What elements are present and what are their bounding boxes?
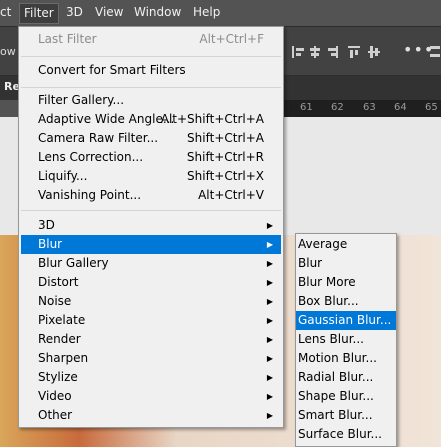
menu-3d[interactable]: 3D	[66, 5, 83, 19]
menu-item-shortcut: Alt+Ctrl+V	[198, 188, 264, 202]
menu-item-label: Smart Blur...	[298, 408, 373, 422]
submenu-item-smart-blur[interactable]: Smart Blur...	[296, 406, 396, 425]
menu-item-label: Camera Raw Filter...	[38, 131, 159, 145]
menu-item-label: Blur Gallery	[38, 256, 109, 270]
submenu-item-box-blur[interactable]: Box Blur...	[296, 292, 396, 311]
menu-item-label: Other	[38, 408, 73, 422]
menu-item-video[interactable]: Video ▶	[21, 387, 281, 406]
menu-item-label: Adaptive Wide Angle...	[38, 112, 175, 126]
menu-item-lens-correction[interactable]: Lens Correction... Shift+Ctrl+R	[21, 148, 281, 167]
menu-item-shortcut: Shift+Ctrl+A	[187, 131, 264, 145]
menu-item-label: Filter Gallery...	[38, 93, 125, 107]
menu-help[interactable]: Help	[193, 5, 220, 19]
menu-item-liquify[interactable]: Liquify... Shift+Ctrl+X	[21, 167, 281, 186]
menu-item-label: Box Blur...	[298, 294, 359, 308]
submenu-arrow-icon: ▶	[266, 354, 273, 363]
menu-item-label: Vanishing Point...	[38, 188, 142, 202]
menu-item-shortcut: Alt+Shift+Ctrl+A	[160, 112, 264, 126]
menu-item-sharpen[interactable]: Sharpen ▶	[21, 349, 281, 368]
submenu-arrow-icon: ▶	[266, 259, 273, 268]
submenu-arrow-icon: ▶	[266, 316, 273, 325]
submenu-item-motion-blur[interactable]: Motion Blur...	[296, 349, 396, 368]
menu-item-label: Pixelate	[38, 313, 86, 327]
submenu-item-gaussian-blur[interactable]: Gaussian Blur...	[296, 311, 396, 330]
align-icons[interactable]	[290, 44, 390, 60]
menu-item-filter-gallery[interactable]: Filter Gallery...	[21, 91, 281, 110]
menu-select-partial[interactable]: ct	[0, 5, 11, 19]
menu-item-label: Last Filter	[38, 32, 97, 46]
submenu-arrow-icon: ▶	[266, 240, 273, 249]
menu-separator	[21, 87, 281, 88]
menu-item-label: Stylize	[38, 370, 78, 384]
menu-item-blur-gallery[interactable]: Blur Gallery ▶	[21, 254, 281, 273]
distribute-icon[interactable]	[429, 44, 441, 60]
blur-submenu: Average Blur Blur More Box Blur... Gauss…	[295, 233, 397, 447]
filter-menu: Last Filter Alt+Ctrl+F Convert for Smart…	[18, 26, 284, 428]
menu-item-label: Distort	[38, 275, 79, 289]
menu-item-render[interactable]: Render ▶	[21, 330, 281, 349]
menu-item-label: Motion Blur...	[298, 351, 377, 365]
submenu-arrow-icon: ▶	[266, 278, 273, 287]
menu-item-pixelate[interactable]: Pixelate ▶	[21, 311, 281, 330]
menu-item-last-filter[interactable]: Last Filter Alt+Ctrl+F	[21, 30, 281, 49]
menu-item-label: Average	[298, 237, 348, 251]
submenu-arrow-icon: ▶	[266, 373, 273, 382]
menu-item-stylize[interactable]: Stylize ▶	[21, 368, 281, 387]
menu-item-3d[interactable]: 3D ▶	[21, 216, 281, 235]
menu-item-label: Surface Blur...	[298, 427, 382, 441]
menu-item-label: Blur	[38, 237, 63, 251]
menu-item-label: Convert for Smart Filters	[38, 63, 186, 77]
menu-item-distort[interactable]: Distort ▶	[21, 273, 281, 292]
options-label: ow	[0, 45, 16, 58]
menu-item-shortcut: Shift+Ctrl+X	[187, 169, 264, 183]
submenu-item-blur[interactable]: Blur	[296, 254, 396, 273]
menu-item-label: Radial Blur...	[298, 370, 374, 384]
menu-item-label: Blur More	[298, 275, 356, 289]
menu-item-convert-smart-filters[interactable]: Convert for Smart Filters	[21, 61, 281, 80]
menu-item-label: 3D	[38, 218, 55, 232]
menu-item-label: Video	[38, 389, 72, 403]
menu-item-shortcut: Alt+Ctrl+F	[199, 32, 264, 46]
menu-item-label: Lens Correction...	[38, 150, 144, 164]
menu-item-label: Shape Blur...	[298, 389, 374, 403]
menu-separator	[21, 210, 281, 211]
ruler-tick: 64	[394, 102, 407, 113]
menu-item-other[interactable]: Other ▶	[21, 406, 281, 425]
submenu-arrow-icon: ▶	[266, 221, 273, 230]
submenu-arrow-icon: ▶	[266, 297, 273, 306]
ruler-tick: 61	[300, 102, 313, 113]
menu-item-vanishing-point[interactable]: Vanishing Point... Alt+Ctrl+V	[21, 186, 281, 205]
submenu-item-shape-blur[interactable]: Shape Blur...	[296, 387, 396, 406]
menu-item-label: Sharpen	[38, 351, 89, 365]
menu-item-label: Blur	[298, 256, 323, 270]
menu-item-shortcut: Shift+Ctrl+R	[186, 150, 264, 164]
menu-item-blur[interactable]: Blur ▶	[21, 235, 281, 254]
ruler-tick: 62	[331, 102, 344, 113]
submenu-item-radial-blur[interactable]: Radial Blur...	[296, 368, 396, 387]
menu-separator	[21, 56, 281, 57]
submenu-item-lens-blur[interactable]: Lens Blur...	[296, 330, 396, 349]
ruler-tick: 63	[363, 102, 376, 113]
submenu-item-surface-blur[interactable]: Surface Blur...	[296, 425, 396, 444]
menu-window[interactable]: Window	[134, 5, 181, 19]
menu-item-label: Lens Blur...	[298, 332, 364, 346]
menu-view[interactable]: View	[95, 5, 123, 19]
submenu-arrow-icon: ▶	[266, 392, 273, 401]
ruler-tick: 65	[425, 102, 438, 113]
menu-item-label: Gaussian Blur...	[298, 313, 392, 327]
menu-item-camera-raw-filter[interactable]: Camera Raw Filter... Shift+Ctrl+A	[21, 129, 281, 148]
submenu-item-average[interactable]: Average	[296, 235, 396, 254]
menu-bar: ct Filter 3D View Window Help	[0, 0, 441, 26]
menu-item-label: Noise	[38, 294, 72, 308]
menu-filter[interactable]: Filter	[19, 3, 59, 24]
menu-item-label: Render	[38, 332, 81, 346]
menu-item-label: Liquify...	[38, 169, 88, 183]
menu-item-adaptive-wide-angle[interactable]: Adaptive Wide Angle... Alt+Shift+Ctrl+A	[21, 110, 281, 129]
submenu-arrow-icon: ▶	[266, 335, 273, 344]
submenu-arrow-icon: ▶	[266, 411, 273, 420]
horizontal-ruler: 61 62 63 64 65	[284, 100, 441, 117]
menu-item-noise[interactable]: Noise ▶	[21, 292, 281, 311]
submenu-item-blur-more[interactable]: Blur More	[296, 273, 396, 292]
